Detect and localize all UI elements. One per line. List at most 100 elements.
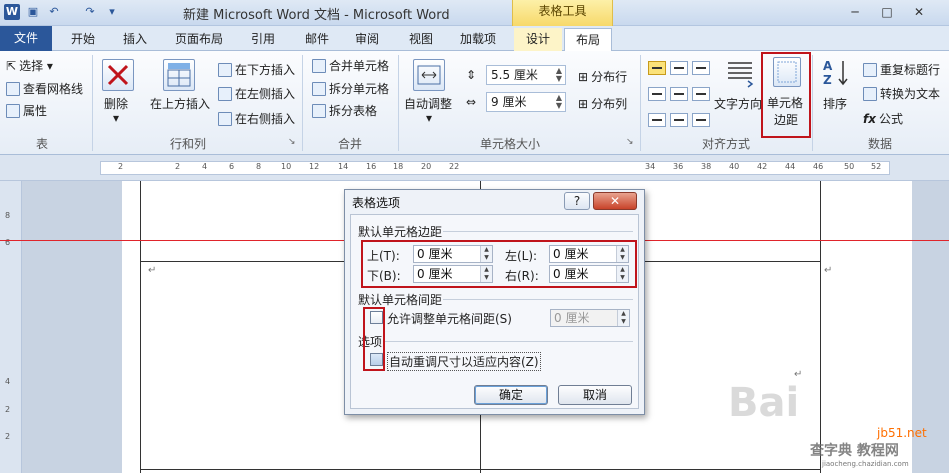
tab-table-layout[interactable]: 布局 (564, 28, 612, 52)
tab-addins[interactable]: 加载项 (452, 28, 504, 51)
ruler-tick: 44 (785, 162, 796, 171)
distribute-columns-button[interactable]: ⊞ 分布列 (578, 95, 627, 112)
insert-left-button[interactable]: 在左侧插入 (218, 85, 295, 102)
horizontal-ruler[interactable]: 2 2 4 6 8 10 12 14 16 18 20 22 34 36 38 … (0, 155, 949, 181)
delete-button[interactable]: 删除 (104, 95, 128, 112)
align-middle-left-icon[interactable] (648, 87, 666, 101)
cancel-button[interactable]: 取消 (558, 385, 632, 405)
redo-icon[interactable]: ↷ (82, 4, 98, 20)
tab-view[interactable]: 视图 (400, 28, 442, 51)
repeat-header-rows-button[interactable]: 重复标题行 (863, 61, 940, 78)
cell-margins-button-line2[interactable]: 边距 (774, 111, 798, 128)
text-direction-button[interactable]: 文字方向 (714, 95, 762, 112)
help-icon[interactable]: ? (564, 192, 590, 210)
tab-page-layout[interactable]: 页面布局 (166, 28, 232, 51)
tab-references[interactable]: 引用 (242, 28, 284, 51)
group-label-data: 数据 (868, 137, 893, 151)
cell-margins-button[interactable]: 单元格 (767, 94, 803, 111)
bottom-margin-input[interactable]: 0 厘米 ▲ ▼ (413, 265, 493, 283)
tab-table-design[interactable]: 设计 (514, 28, 562, 51)
view-gridlines-button[interactable]: 查看网格线 (6, 80, 83, 97)
row-height-input[interactable]: 5.5 厘米 ▲ ▼ (486, 65, 566, 85)
ruler-tick: 40 (729, 162, 740, 171)
align-bottom-right-icon[interactable] (692, 113, 710, 127)
insert-right-icon (218, 111, 232, 126)
allow-spacing-checkbox[interactable] (370, 311, 383, 324)
dialog-title: 表格选项 (352, 196, 401, 210)
insert-above-icon[interactable] (163, 59, 195, 91)
ruler-tick: 16 (366, 162, 377, 171)
delete-table-icon[interactable] (102, 59, 134, 91)
dialog-launcher-icon[interactable]: ↘ (626, 137, 634, 147)
tab-file[interactable]: 文件 (0, 26, 52, 51)
gridlines-icon (6, 81, 20, 96)
sort-button[interactable]: 排序 (823, 95, 847, 112)
tab-mailings[interactable]: 邮件 (296, 28, 338, 51)
maximize-icon[interactable]: □ (874, 3, 900, 21)
undo-icon[interactable]: ↶ (46, 4, 62, 20)
select-button[interactable]: ⇱ 选择 ▾ (6, 57, 53, 74)
distribute-columns-icon: ⊞ (578, 96, 589, 111)
tab-insert[interactable]: 插入 (114, 28, 156, 51)
sort-icon[interactable]: AZ (821, 57, 853, 89)
split-cells-button[interactable]: 拆分单元格 (312, 80, 389, 97)
properties-button[interactable]: 属性 (6, 102, 47, 119)
insert-right-button[interactable]: 在右侧插入 (218, 110, 295, 127)
left-margin-input[interactable]: 0 厘米 ▲ ▼ (549, 245, 629, 263)
ruler-tick: 14 (338, 162, 349, 171)
site-watermark-chazidian: 查字典 教程网 (810, 443, 899, 459)
save-icon[interactable]: ▣ (25, 4, 41, 20)
align-middle-right-icon[interactable] (692, 87, 710, 101)
chevron-down-icon[interactable]: ▾ (426, 111, 432, 125)
customize-toolbar-icon[interactable]: ▾ (104, 4, 120, 20)
formula-button[interactable]: fx 公式 (863, 110, 903, 127)
chevron-down-icon[interactable]: ▾ (113, 111, 119, 125)
spinner-arrows-icon[interactable]: ▲ ▼ (617, 310, 629, 326)
column-width-input[interactable]: 9 厘米 ▲ ▼ (486, 92, 566, 112)
autofit-button[interactable]: 自动调整 (404, 95, 452, 112)
vertical-ruler[interactable]: 8 6 4 2 2 (0, 181, 22, 473)
insert-below-button[interactable]: 在下方插入 (218, 61, 295, 78)
align-bottom-left-icon[interactable] (648, 113, 666, 127)
word-app-icon[interactable]: W (4, 4, 20, 20)
tab-review[interactable]: 审阅 (346, 28, 388, 51)
spinner-arrows-icon[interactable]: ▲ ▼ (480, 246, 492, 262)
spinner-arrows-icon[interactable]: ▲ ▼ (554, 94, 564, 110)
dialog-close-icon[interactable]: ✕ (593, 192, 637, 210)
tab-home[interactable]: 开始 (62, 28, 104, 51)
split-table-button[interactable]: 拆分表格 (312, 102, 377, 119)
cell-margins-icon[interactable] (773, 57, 801, 87)
spinner-arrows-icon[interactable]: ▲ ▼ (554, 67, 564, 83)
ruler-tick: 2 (118, 162, 124, 171)
convert-to-text-button[interactable]: 转换为文本 (863, 85, 940, 102)
insert-above-button[interactable]: 在上方插入 (150, 95, 210, 112)
merge-cells-button[interactable]: 合并单元格 (312, 57, 389, 74)
section-divider (443, 299, 633, 300)
align-top-left-icon[interactable] (648, 61, 666, 75)
distribute-rows-button[interactable]: ⊞ 分布行 (578, 68, 627, 85)
text-direction-icon[interactable] (724, 57, 756, 89)
top-margin-input[interactable]: 0 厘米 ▲ ▼ (413, 245, 493, 263)
group-label-table: 表 (36, 137, 49, 151)
spinner-arrows-icon[interactable]: ▲ ▼ (480, 266, 492, 282)
align-top-right-icon[interactable] (692, 61, 710, 75)
ok-button[interactable]: 确定 (474, 385, 548, 405)
align-bottom-center-icon[interactable] (670, 113, 688, 127)
spacing-input[interactable]: 0 厘米 ▲ ▼ (550, 309, 630, 327)
split-table-icon (312, 103, 326, 118)
align-top-center-icon[interactable] (670, 61, 688, 75)
ruler-tick: 50 (844, 162, 855, 171)
spinner-arrows-icon[interactable]: ▲ ▼ (616, 246, 628, 262)
right-margin-input[interactable]: 0 厘米 ▲ ▼ (549, 265, 629, 283)
group-separator (92, 55, 93, 151)
autoresize-checkbox[interactable] (370, 353, 383, 366)
autofit-icon[interactable] (413, 59, 445, 91)
dialog-launcher-icon[interactable]: ↘ (288, 137, 296, 147)
close-icon[interactable]: ✕ (906, 3, 932, 21)
align-middle-center-icon[interactable] (670, 87, 688, 101)
ruler-tick: 38 (701, 162, 712, 171)
spinner-arrows-icon[interactable]: ▲ ▼ (616, 266, 628, 282)
top-margin-label: 上(T): (367, 249, 400, 263)
minimize-icon[interactable]: ─ (842, 3, 868, 21)
group-separator (812, 55, 813, 151)
